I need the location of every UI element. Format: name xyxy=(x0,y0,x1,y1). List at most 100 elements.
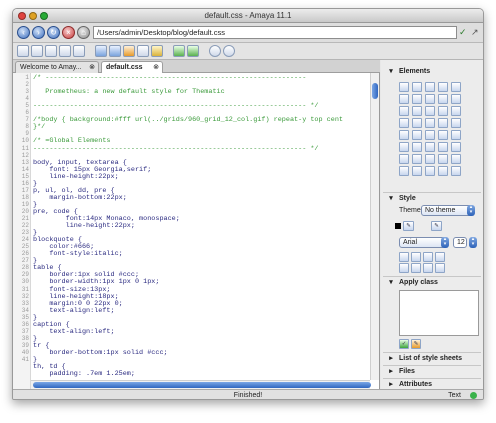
home-icon[interactable]: ⌂ xyxy=(77,26,90,39)
horizontal-scrollbar[interactable] xyxy=(31,380,371,389)
undo-icon[interactable] xyxy=(95,45,107,57)
open-icon[interactable] xyxy=(31,45,43,57)
heading-2-icon[interactable] xyxy=(412,94,422,104)
border-icon[interactable] xyxy=(435,263,445,273)
class-list[interactable] xyxy=(399,290,479,336)
save-icon[interactable] xyxy=(45,45,57,57)
paste-icon[interactable] xyxy=(151,45,163,57)
transform-icon[interactable] xyxy=(187,45,199,57)
bold-icon[interactable] xyxy=(399,130,409,140)
back-arrow-icon[interactable]: ‹ xyxy=(17,26,30,39)
underline-icon[interactable] xyxy=(425,130,435,140)
tab-default-css[interactable]: default.css ⊗ xyxy=(101,61,163,73)
tab-welcome[interactable]: Welcome to Amay... ⊗ xyxy=(15,61,99,73)
font-size-value: 12 xyxy=(457,239,465,246)
division-icon[interactable] xyxy=(399,118,409,128)
span-icon[interactable] xyxy=(451,142,461,152)
text-color-swatch[interactable] xyxy=(395,223,401,229)
print-icon[interactable] xyxy=(73,45,85,57)
theme-select[interactable]: No theme xyxy=(421,205,473,216)
theme-select-arrow[interactable]: ▴ ▾ xyxy=(467,205,475,216)
code-area[interactable]: /* -------------------------------------… xyxy=(33,74,369,379)
copy-icon[interactable] xyxy=(137,45,149,57)
zoom-in-icon[interactable] xyxy=(209,45,221,57)
heading-5-icon[interactable] xyxy=(451,94,461,104)
strike-icon[interactable] xyxy=(438,130,448,140)
indent-icon[interactable] xyxy=(399,263,409,273)
zoom-out-icon[interactable] xyxy=(223,45,235,57)
files-header[interactable]: ▸ Files xyxy=(383,365,481,377)
align-center-icon[interactable] xyxy=(411,252,421,262)
code-icon[interactable] xyxy=(451,130,461,140)
preformatted-icon[interactable] xyxy=(451,106,461,116)
font-size-stepper[interactable]: ▴ ▾ xyxy=(469,237,477,248)
forward-arrow-icon[interactable]: › xyxy=(32,26,45,39)
justify-icon[interactable] xyxy=(435,252,445,262)
superscript-icon[interactable] xyxy=(412,142,422,152)
form-checkbox-icon[interactable] xyxy=(438,154,448,164)
heading-4-icon[interactable] xyxy=(438,94,448,104)
font-family-select-arrow[interactable]: ▴ ▾ xyxy=(441,237,449,248)
style-header[interactable]: ▾ Style xyxy=(383,192,481,204)
list-numbered-icon[interactable] xyxy=(412,106,422,116)
outdent-icon[interactable] xyxy=(411,263,421,273)
edit-class-icon[interactable]: ✎ xyxy=(411,339,421,349)
subscript-icon[interactable] xyxy=(399,142,409,152)
insert-image-icon[interactable] xyxy=(425,82,435,92)
spellcheck-icon[interactable] xyxy=(173,45,185,57)
paragraph-icon[interactable] xyxy=(438,106,448,116)
link-icon[interactable]: ↗ xyxy=(471,26,481,39)
url-field[interactable]: /Users/admin/Desktop/blog/default.css xyxy=(93,26,457,39)
insert-form-icon[interactable] xyxy=(451,82,461,92)
blockquote-icon[interactable] xyxy=(412,118,422,128)
template-icon[interactable] xyxy=(438,166,448,176)
color-picker-icon[interactable]: ✎ xyxy=(403,221,414,231)
reload-icon[interactable]: ↻ xyxy=(47,26,60,39)
elements-header[interactable]: ▾ Elements xyxy=(383,66,481,78)
insert-table-icon[interactable] xyxy=(399,82,409,92)
form-input-icon[interactable] xyxy=(399,154,409,164)
close-tab-icon[interactable]: ⊗ xyxy=(153,62,159,73)
line-number: 24 xyxy=(21,236,29,244)
vertical-scrollbar[interactable] xyxy=(370,73,379,380)
close-tab-icon[interactable]: ⊗ xyxy=(89,62,95,73)
source-editor[interactable]: 1 2 3 4 5 6 7 8 9 10 11 12 13 14 15 16 17 18 19 20 21 22 23 24 2… xyxy=(13,73,380,389)
background-color-icon[interactable]: ✎ xyxy=(431,221,442,231)
quote-icon[interactable] xyxy=(438,142,448,152)
apply-class-header[interactable]: ▾ Apply class xyxy=(383,276,481,288)
vertical-scroll-thumb[interactable] xyxy=(372,83,378,99)
heading-1-icon[interactable] xyxy=(399,94,409,104)
svg-icon[interactable] xyxy=(412,166,422,176)
stop-icon[interactable]: × xyxy=(62,26,75,39)
heading-3-icon[interactable] xyxy=(425,94,435,104)
horizontal-scroll-thumb[interactable] xyxy=(33,382,371,388)
address-icon[interactable] xyxy=(425,118,435,128)
form-radio-icon[interactable] xyxy=(451,154,461,164)
attributes-header[interactable]: ▸ Attributes xyxy=(383,378,481,389)
save-all-icon[interactable] xyxy=(59,45,71,57)
redo-icon[interactable] xyxy=(109,45,121,57)
math-icon[interactable] xyxy=(399,166,409,176)
insert-link-icon[interactable] xyxy=(412,82,422,92)
form-select-icon[interactable] xyxy=(412,154,422,164)
go-arrow-icon[interactable]: ✓ xyxy=(459,26,469,39)
form-button-icon[interactable] xyxy=(425,154,435,164)
list-definition-icon[interactable] xyxy=(425,106,435,116)
align-right-icon[interactable] xyxy=(423,252,433,262)
align-left-icon[interactable] xyxy=(399,252,409,262)
list-of-style-sheets-header[interactable]: ▸ List of style sheets xyxy=(383,352,481,364)
frame-icon[interactable] xyxy=(451,166,461,176)
insert-object-icon[interactable] xyxy=(438,82,448,92)
list-bullet-icon[interactable] xyxy=(399,106,409,116)
italic-icon[interactable] xyxy=(412,130,422,140)
line-spacing-icon[interactable] xyxy=(423,263,433,273)
horizontal-rule-icon[interactable] xyxy=(438,118,448,128)
font-size-field[interactable]: 12 xyxy=(453,237,467,248)
new-document-icon[interactable] xyxy=(17,45,29,57)
abbr-icon[interactable] xyxy=(425,142,435,152)
break-icon[interactable] xyxy=(451,118,461,128)
font-family-select[interactable]: Arial xyxy=(399,237,445,248)
cut-icon[interactable] xyxy=(123,45,135,57)
annotation-icon[interactable] xyxy=(425,166,435,176)
apply-checkmark-icon[interactable]: ✓ xyxy=(399,339,409,349)
